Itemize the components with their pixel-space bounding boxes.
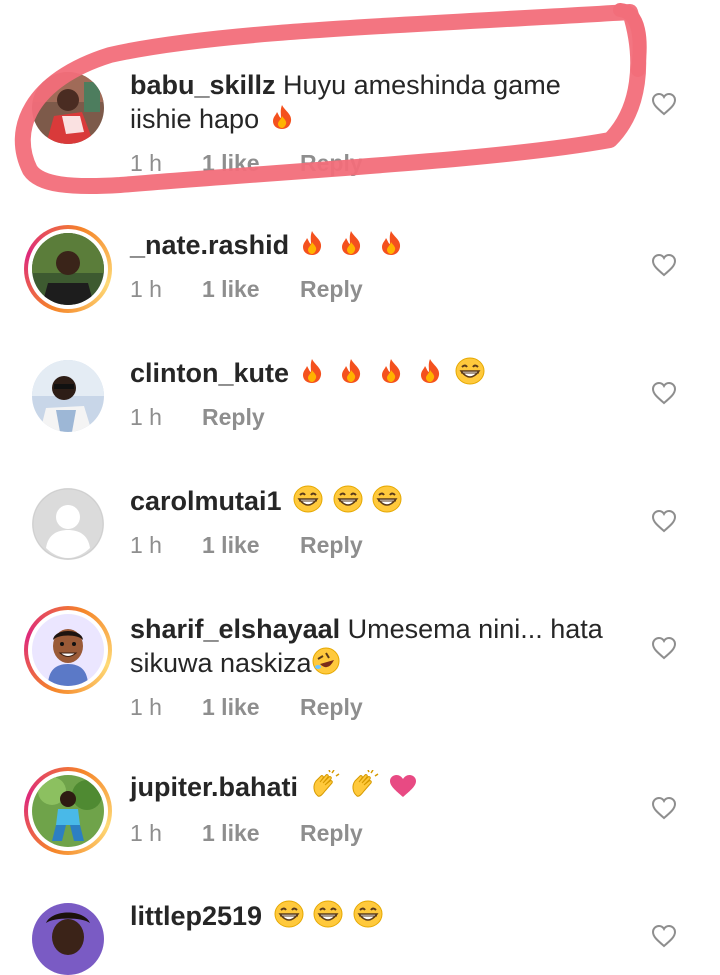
comment-time: 1 h (130, 404, 162, 430)
avatar[interactable] (32, 903, 104, 975)
fire-emoji-icon (380, 358, 402, 392)
grin-emoji-icon (455, 357, 485, 393)
comment-text: jupiter.bahati (130, 769, 610, 808)
grin-emoji-icon (313, 900, 343, 936)
fire-emoji-icon (271, 104, 293, 138)
grin-emoji-icon (353, 900, 383, 936)
reply-button[interactable]: Reply (300, 694, 363, 721)
heart-outline-icon[interactable] (651, 924, 677, 948)
reply-button[interactable]: Reply (202, 404, 265, 431)
comment-text: littlep2519 (130, 899, 610, 936)
comment-username[interactable]: littlep2519 (130, 901, 262, 931)
reply-button[interactable]: Reply (300, 276, 363, 303)
comment-body (289, 358, 297, 388)
heart-outline-icon[interactable] (651, 92, 677, 116)
heart-outline-icon[interactable] (651, 253, 677, 277)
fire-emoji-icon (301, 230, 323, 264)
comment-body (289, 230, 297, 260)
avatar[interactable] (32, 72, 104, 144)
heart-outline-icon[interactable] (651, 509, 677, 533)
avatar[interactable] (24, 225, 112, 313)
comment-body (262, 901, 270, 931)
comment-username[interactable]: _nate.rashid (130, 230, 289, 260)
comment-time: 1 h (130, 694, 162, 720)
comment-username[interactable]: clinton_kute (130, 358, 289, 388)
comment-likes[interactable]: 1 like (202, 694, 260, 721)
comment-text: clinton_kute (130, 356, 610, 393)
clap-emoji-icon (349, 769, 379, 808)
comment-body (282, 486, 290, 516)
reply-button[interactable]: Reply (300, 150, 363, 177)
avatar[interactable] (32, 360, 104, 432)
comment-time: 1 h (130, 820, 162, 846)
comment-username[interactable]: sharif_elshayaal (130, 614, 340, 644)
fire-emoji-icon (380, 230, 402, 264)
comment-text: sharif_elshayaal Umesema nini... hata si… (130, 612, 610, 683)
comment-username[interactable]: jupiter.bahati (130, 772, 298, 802)
fire-emoji-icon (340, 230, 362, 264)
fire-emoji-icon (419, 358, 441, 392)
grin-emoji-icon (333, 485, 363, 521)
comment-time: 1 h (130, 276, 162, 302)
comment-text: _nate.rashid (130, 228, 610, 264)
comment-likes[interactable]: 1 like (202, 820, 260, 847)
heart-outline-icon[interactable] (651, 381, 677, 405)
heart-outline-icon[interactable] (651, 796, 677, 820)
grin-emoji-icon (372, 485, 402, 521)
reply-button[interactable]: Reply (300, 820, 363, 847)
rofl-emoji-icon (312, 647, 340, 683)
fire-emoji-icon (301, 358, 323, 392)
comment-likes[interactable]: 1 like (202, 276, 260, 303)
avatar[interactable] (24, 767, 112, 855)
clap-emoji-icon (310, 769, 340, 808)
avatar[interactable] (32, 488, 104, 560)
comment-username[interactable]: babu_skillz (130, 70, 276, 100)
heart-outline-icon[interactable] (651, 636, 677, 660)
comment-time: 1 h (130, 150, 162, 176)
heart-emoji-icon (389, 772, 417, 806)
grin-emoji-icon (274, 900, 304, 936)
comment-text: babu_skillz Huyu ameshinda game iishie h… (130, 68, 610, 138)
grin-emoji-icon (293, 485, 323, 521)
comment-likes[interactable]: 1 like (202, 150, 260, 177)
comment-likes[interactable]: 1 like (202, 532, 260, 559)
avatar[interactable] (24, 606, 112, 694)
fire-emoji-icon (340, 358, 362, 392)
comment-text: carolmutai1 (130, 484, 610, 521)
comment-username[interactable]: carolmutai1 (130, 486, 282, 516)
comment-body (298, 772, 306, 802)
reply-button[interactable]: Reply (300, 532, 363, 559)
comment-time: 1 h (130, 532, 162, 558)
